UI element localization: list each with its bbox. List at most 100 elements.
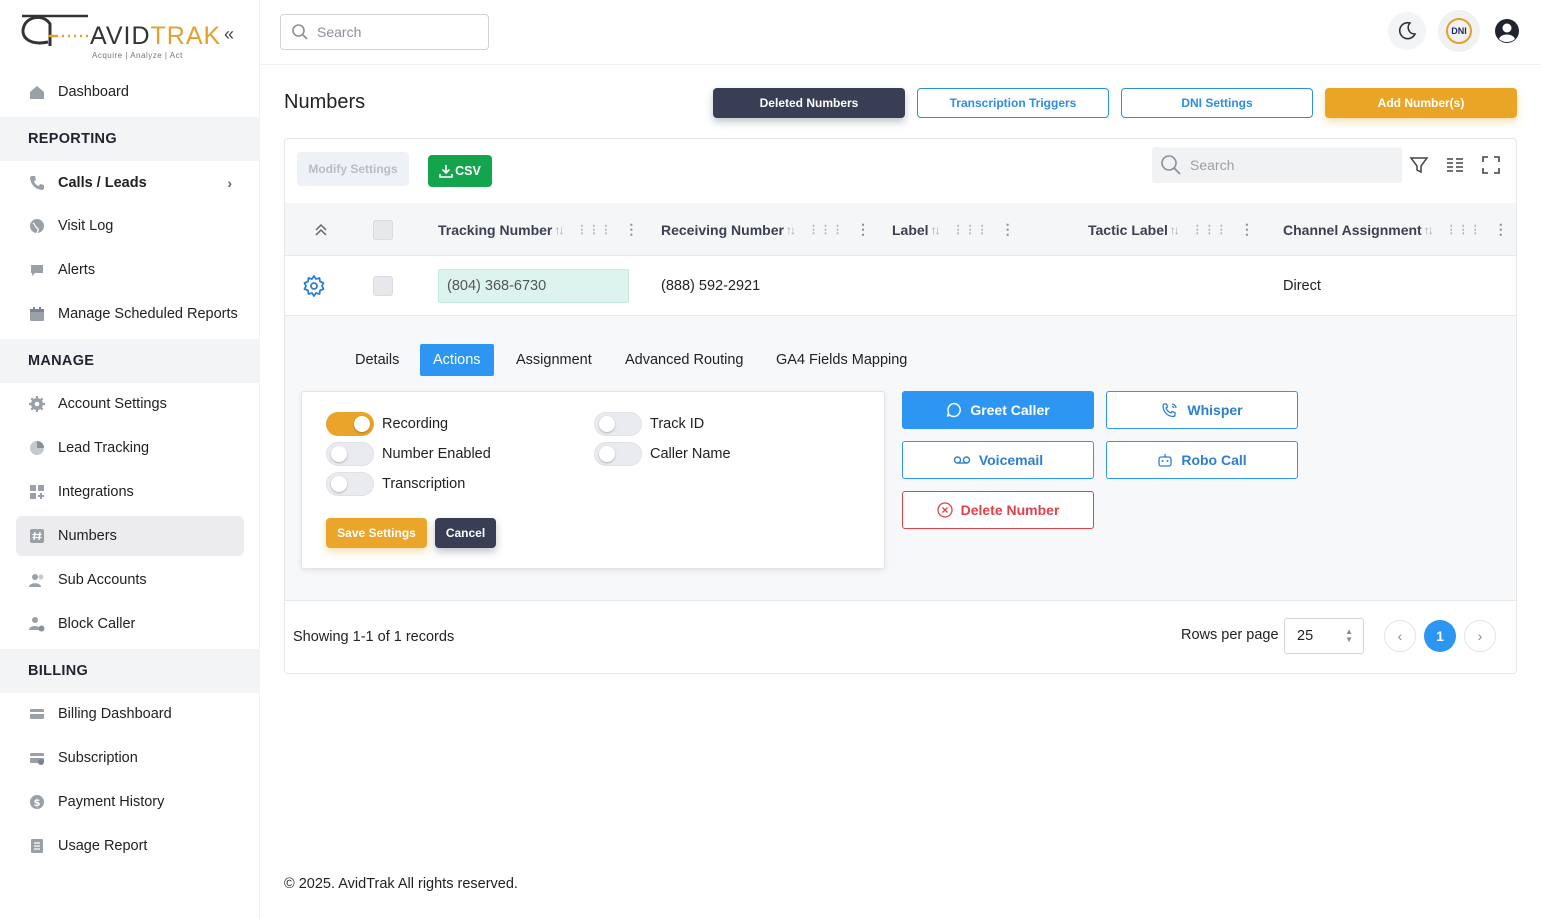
track-id-toggle[interactable] — [594, 412, 642, 436]
double-chevron-left-icon[interactable]: « — [224, 24, 234, 45]
deleted-numbers-button[interactable]: Deleted Numbers — [713, 88, 905, 118]
global-search-input[interactable] — [317, 24, 477, 40]
sidebar-item-usage-report[interactable]: Usage Report — [16, 826, 244, 866]
drag-handle-icon[interactable]: ⋮⋮⋮ — [808, 223, 844, 236]
tracking-number-value: (804) 368-6730 — [438, 269, 629, 303]
recording-toggle-row[interactable]: Recording — [326, 412, 448, 436]
sidebar-item-payment-history[interactable]: $ Payment History — [16, 782, 244, 822]
sidebar-item-label: Billing Dashboard — [58, 706, 172, 722]
transcription-toggle[interactable] — [326, 472, 374, 496]
sidebar-item-numbers[interactable]: Numbers — [16, 516, 244, 556]
rows-per-page-value: 25 — [1297, 628, 1314, 644]
sidebar-item-visit-log[interactable]: Visit Log — [16, 206, 244, 246]
dni-settings-button[interactable]: DNI Settings — [1121, 88, 1313, 118]
col-tracking-number[interactable]: Tracking Number ↑↓ ⋮⋮⋮ ⋮ — [438, 203, 638, 256]
table-row[interactable]: (804) 368-6730 (888) 592-2921 Direct — [285, 256, 1516, 316]
sidebar-item-alerts[interactable]: Alerts — [16, 250, 244, 290]
drag-handle-icon[interactable]: ⋮⋮⋮ — [1192, 223, 1228, 236]
drag-handle-icon[interactable]: ⋮⋮⋮ — [953, 223, 989, 236]
row-checkbox[interactable] — [373, 256, 393, 316]
greet-caller-button[interactable]: Greet Caller — [902, 391, 1094, 429]
sidebar-item-scheduled-reports[interactable]: Manage Scheduled Reports — [16, 294, 244, 334]
tab-advanced-routing[interactable]: Advanced Routing — [612, 344, 757, 376]
drag-handle-icon[interactable]: ⋮⋮⋮ — [576, 223, 612, 236]
tracking-number-cell[interactable]: (804) 368-6730 — [438, 256, 629, 316]
add-numbers-button[interactable]: Add Number(s) — [1325, 88, 1517, 118]
tab-details[interactable]: Details — [342, 344, 412, 376]
save-settings-button[interactable]: Save Settings — [326, 518, 427, 548]
column-menu-icon[interactable]: ⋮ — [1494, 221, 1508, 238]
user-menu-button[interactable] — [1488, 12, 1526, 50]
caller-name-toggle-row[interactable]: Caller Name — [594, 442, 731, 466]
tab-actions[interactable]: Actions — [420, 344, 494, 376]
search-icon — [292, 24, 308, 40]
column-menu-icon[interactable]: ⋮ — [1240, 221, 1254, 238]
copyright: © 2025. AvidTrak All rights reserved. — [284, 876, 518, 892]
sidebar-item-lead-tracking[interactable]: Lead Tracking — [16, 428, 244, 468]
sort-icon: ↑↓ — [930, 222, 941, 237]
calendar-icon — [28, 305, 46, 323]
drag-handle-icon[interactable]: ⋮⋮⋮ — [1446, 223, 1482, 236]
tab-ga4-fields-mapping[interactable]: GA4 Fields Mapping — [763, 344, 920, 376]
voicemail-button[interactable]: Voicemail — [902, 441, 1094, 479]
sidebar-item-label: Block Caller — [58, 616, 136, 632]
col-tactic-label[interactable]: Tactic Label ↑↓ ⋮⋮⋮ ⋮ — [1088, 203, 1254, 256]
csv-export-button[interactable]: CSV — [428, 155, 492, 187]
sidebar-item-calls-leads[interactable]: Calls / Leads › — [16, 163, 244, 203]
fullscreen-icon[interactable] — [1479, 153, 1503, 177]
columns-icon[interactable] — [1443, 153, 1467, 177]
table-search-input[interactable] — [1190, 157, 1390, 173]
column-menu-icon[interactable]: ⋮ — [856, 221, 870, 238]
sidebar-item-integrations[interactable]: Integrations — [16, 472, 244, 512]
number-enabled-toggle[interactable] — [326, 442, 374, 466]
dark-mode-toggle[interactable] — [1388, 12, 1426, 50]
grid-plus-icon — [28, 483, 46, 501]
page-button-current[interactable]: 1 — [1424, 620, 1456, 652]
filter-icon[interactable] — [1407, 153, 1431, 177]
csv-label: CSV — [455, 164, 481, 178]
card-icon — [28, 705, 46, 723]
transcription-toggle-row[interactable]: Transcription — [326, 472, 465, 496]
table-search[interactable] — [1152, 147, 1402, 183]
phone-wave-icon — [1161, 402, 1179, 418]
global-search[interactable] — [280, 14, 489, 50]
recording-toggle[interactable] — [326, 412, 374, 436]
cancel-button[interactable]: Cancel — [435, 518, 496, 548]
chevron-right-icon: › — [227, 175, 232, 191]
prev-page-button[interactable]: ‹ — [1384, 620, 1416, 652]
col-channel-assignment[interactable]: Channel Assignment ↑↓ ⋮⋮⋮ ⋮ — [1283, 203, 1508, 256]
collapse-all-icon[interactable] — [313, 203, 329, 256]
dni-button[interactable]: DNI — [1438, 10, 1480, 52]
col-receiving-number[interactable]: Receiving Number ↑↓ ⋮⋮⋮ ⋮ — [661, 203, 870, 256]
rows-per-page-select[interactable]: 25 ▲ ▼ — [1284, 618, 1364, 654]
number-enabled-toggle-row[interactable]: Number Enabled — [326, 442, 491, 466]
topbar: DNI — [260, 0, 1541, 65]
tab-assignment[interactable]: Assignment — [503, 344, 605, 376]
sidebar-item-label: Calls / Leads — [58, 175, 147, 191]
delete-number-button[interactable]: Delete Number — [902, 491, 1094, 529]
sidebar-item-label: Payment History — [58, 794, 165, 810]
brand-logo[interactable]: AVIDTRAK Acquire | Analyze | Act — [18, 10, 238, 66]
row-settings-gear-icon[interactable] — [302, 256, 326, 316]
col-label[interactable]: Label ↑↓ ⋮⋮⋮ ⋮ — [892, 203, 1015, 256]
transcription-triggers-button[interactable]: Transcription Triggers — [917, 88, 1109, 118]
robo-call-button[interactable]: Robo Call — [1106, 441, 1298, 479]
caller-name-toggle[interactable] — [594, 442, 642, 466]
modify-settings-button[interactable]: Modify Settings — [297, 152, 409, 186]
sidebar-item-account-settings[interactable]: Account Settings — [16, 384, 244, 424]
sidebar-item-block-caller[interactable]: Block Caller — [16, 604, 244, 644]
greet-caller-label: Greet Caller — [970, 402, 1050, 418]
column-menu-icon[interactable]: ⋮ — [624, 221, 638, 238]
sidebar-item-dashboard[interactable]: Dashboard — [16, 72, 244, 112]
download-icon — [439, 165, 453, 178]
whisper-button[interactable]: Whisper — [1106, 391, 1298, 429]
column-menu-icon[interactable]: ⋮ — [1001, 221, 1015, 238]
sidebar-item-subscription[interactable]: Subscription — [16, 738, 244, 778]
svg-text:$: $ — [34, 798, 41, 809]
next-page-button[interactable]: › — [1464, 620, 1496, 652]
select-all-checkbox[interactable] — [373, 203, 393, 256]
sort-icon: ↑↓ — [1169, 222, 1180, 237]
sidebar-item-sub-accounts[interactable]: Sub Accounts — [16, 560, 244, 600]
sidebar-item-billing-dashboard[interactable]: Billing Dashboard — [16, 694, 244, 734]
track-id-toggle-row[interactable]: Track ID — [594, 412, 704, 436]
